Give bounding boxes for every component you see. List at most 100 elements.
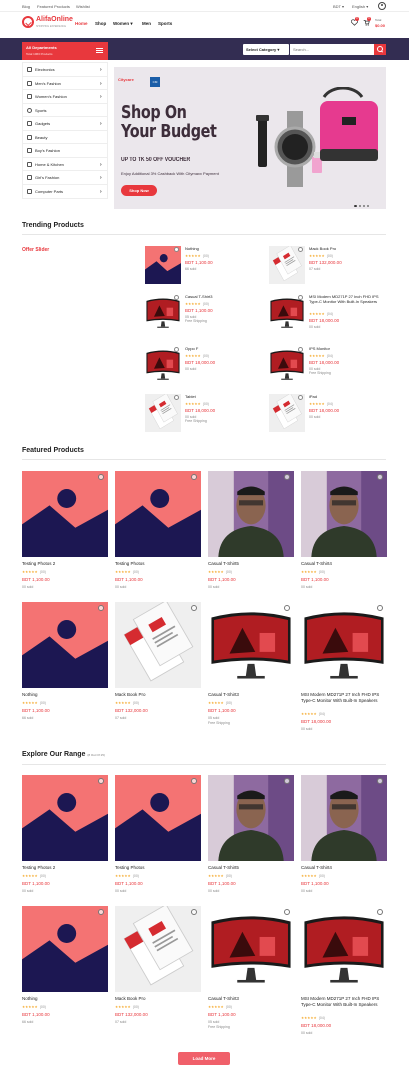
product-image[interactable] (301, 471, 387, 557)
wishlist-icon[interactable] (98, 605, 104, 611)
wishlist-icon[interactable] (174, 247, 179, 252)
logo-icon[interactable] (22, 16, 34, 28)
wishlist-icon[interactable] (298, 295, 303, 300)
hero-banner[interactable]: Citycare CM Shop On Your Budget UP TO TK … (114, 67, 386, 209)
trending-product-card[interactable]: iPad ★★★★★ (04) BDT 18,000.00 00 sold (269, 394, 379, 438)
product-image[interactable] (208, 602, 294, 688)
wishlist-icon[interactable] (298, 347, 303, 352)
product-name[interactable]: Nothing (185, 246, 257, 251)
product-name[interactable]: MSI Modern MD271P 27 Inch FHD IPS Type-C… (309, 294, 381, 304)
slider-dots[interactable] (354, 203, 374, 207)
product-image[interactable] (115, 775, 201, 861)
wishlist-icon[interactable] (284, 909, 290, 915)
wishlist-icon[interactable] (298, 247, 303, 252)
nav-sports[interactable]: Sports (158, 21, 172, 26)
wishlist-icon[interactable] (298, 395, 303, 400)
product-image[interactable] (22, 906, 108, 992)
sidebar-item-boys-fashion[interactable]: Boy's Fashion (23, 144, 107, 158)
product-name[interactable]: Casual T-Shirt4 (301, 561, 387, 567)
product-image[interactable] (22, 602, 108, 688)
sidebar-item-electronics[interactable]: Electronics › (23, 63, 107, 77)
product-image[interactable] (115, 471, 201, 557)
sidebar-item-mens-fashion[interactable]: Men's Fashion › (23, 77, 107, 90)
language-select[interactable]: English ▾ (352, 4, 368, 9)
wishlist-icon[interactable] (284, 778, 290, 784)
product-image[interactable] (301, 602, 387, 688)
trending-product-card[interactable]: Nothing ★★★★★ (00) BDT 1,100.00 66 sold (145, 246, 255, 290)
trending-product-card[interactable]: IPS Monitor ★★★★★ (04) BDT 18,000.00 00 sold… (269, 346, 379, 390)
product-name[interactable]: MSI Modern MD271P 27 Inch FHD IPS Type-C… (301, 996, 387, 1007)
wishlist-icon[interactable] (377, 778, 383, 784)
product-name[interactable]: Casual T-Shirt5 (208, 561, 294, 567)
product-name[interactable]: Testing Photos 2 (22, 561, 108, 567)
product-name[interactable]: Casual T-Shirt3 (208, 996, 294, 1002)
blog-link[interactable]: Blog (22, 4, 30, 9)
product-name[interactable]: Casual T-Shirt4 (301, 865, 387, 871)
product-image[interactable] (115, 906, 201, 992)
trending-product-card[interactable]: Tablet ★★★★★ (00) BDT 18,000.00 00 sold Free … (145, 394, 255, 438)
product-image[interactable] (22, 471, 108, 557)
category-select[interactable]: Select Category ▾ (243, 44, 289, 55)
sidebar-item-beauty[interactable]: Beauty (23, 131, 107, 144)
product-image[interactable] (301, 775, 387, 861)
currency-select[interactable]: BDT ▾ (333, 4, 344, 9)
sidebar-item-girls-fashion[interactable]: Girl's Fashion › (23, 171, 107, 185)
wishlist-icon[interactable] (377, 909, 383, 915)
logo-text[interactable]: AlifaOnline (36, 16, 73, 23)
wishlist-icon[interactable] (191, 605, 197, 611)
product-name[interactable]: Casual T-Shirt5 (208, 865, 294, 871)
product-image[interactable] (208, 906, 294, 992)
product-name[interactable]: Mack Book Pro (115, 996, 201, 1002)
featured-products-link[interactable]: Featured Products (37, 4, 70, 9)
nav-shop[interactable]: Shop (95, 21, 106, 26)
product-name[interactable]: Testing Photos 2 (22, 865, 108, 871)
search-button[interactable] (374, 44, 386, 55)
trending-product-card[interactable]: Oppo F ★★★★★ (00) BDT 18,000.00 00 sold (145, 346, 255, 390)
wishlist-icon[interactable] (191, 778, 197, 784)
wishlist-icon[interactable] (377, 605, 383, 611)
product-name[interactable]: Mack Book Pro (115, 692, 201, 698)
search-input[interactable] (290, 44, 374, 55)
wishlist-icon[interactable] (284, 605, 290, 611)
product-image[interactable] (208, 775, 294, 861)
product-name[interactable]: Tablet (185, 394, 257, 399)
trending-product-card[interactable]: Casual T-Shirt3 ★★★★★ (00) BDT 1,100.00 05 s… (145, 294, 255, 338)
hamburger-menu-icon[interactable] (96, 48, 103, 53)
wishlist-icon[interactable] (174, 347, 179, 352)
sidebar-item-sports[interactable]: Sports (23, 104, 107, 117)
shop-now-button[interactable]: Shop Now (121, 185, 157, 196)
nav-home[interactable]: Home (75, 21, 88, 26)
user-account-icon[interactable] (378, 2, 386, 10)
load-more-button[interactable]: Load More (178, 1052, 230, 1065)
sidebar-item-computer-parts[interactable]: Computer Parts › (23, 185, 107, 199)
product-image[interactable] (22, 775, 108, 861)
sidebar-item-home-kitchen[interactable]: Home & Kitchen › (23, 158, 107, 171)
wishlist-icon[interactable] (98, 778, 104, 784)
product-name[interactable]: Testing Photos (115, 561, 201, 567)
wishlist-icon[interactable] (377, 474, 383, 480)
wishlist-icon[interactable] (174, 295, 179, 300)
product-name[interactable]: Casual T-Shirt3 (185, 294, 257, 299)
cart-total[interactable]: $0.00 (375, 23, 385, 28)
wishlist-icon[interactable] (191, 909, 197, 915)
product-name[interactable]: Mack Book Pro (309, 246, 381, 251)
product-name[interactable]: iPad (309, 394, 381, 399)
product-name[interactable]: IPS Monitor (309, 346, 381, 351)
nav-men[interactable]: Men (142, 21, 151, 26)
wishlist-link[interactable]: Wishlist (76, 4, 90, 9)
trending-product-card[interactable]: Mack Book Pro ★★★★★ (00) BDT 132,000.00 07 s… (269, 246, 379, 290)
wishlist-icon[interactable] (98, 909, 104, 915)
wishlist-icon[interactable] (174, 395, 179, 400)
wishlist-icon[interactable] (284, 474, 290, 480)
product-name[interactable]: Nothing (22, 692, 108, 698)
product-name[interactable]: Nothing (22, 996, 108, 1002)
sidebar-item-gadgets[interactable]: Gadgets › (23, 117, 107, 131)
product-name[interactable]: Oppo F (185, 346, 257, 351)
product-name[interactable]: Casual T-Shirt3 (208, 692, 294, 698)
trending-product-card[interactable]: MSI Modern MD271P 27 Inch FHD IPS Type-C… (269, 294, 379, 338)
product-image[interactable] (301, 906, 387, 992)
wishlist-icon[interactable] (98, 474, 104, 480)
sidebar-item-womens-fashion[interactable]: Women's Fashion › (23, 90, 107, 104)
product-image[interactable] (115, 602, 201, 688)
nav-women[interactable]: Women ▾ (113, 21, 133, 27)
